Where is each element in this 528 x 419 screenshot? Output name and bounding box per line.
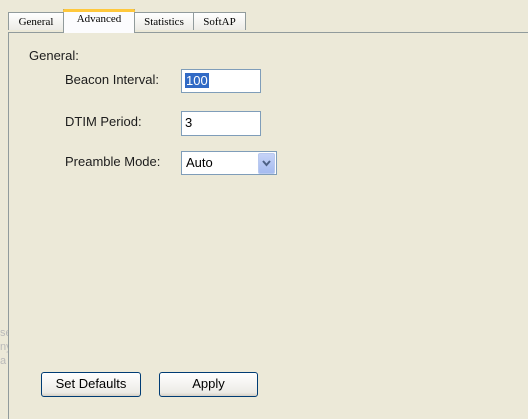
tab-statistics[interactable]: Statistics	[134, 12, 194, 30]
dropdown-button[interactable]	[258, 153, 275, 174]
advanced-panel: General: Beacon Interval: 100 DTIM Perio…	[8, 32, 528, 419]
ghost-text-line: se	[0, 327, 8, 339]
dtim-period-input[interactable]: 3	[181, 111, 261, 136]
beacon-interval-label: Beacon Interval:	[65, 72, 159, 87]
preamble-mode-select[interactable]: Auto	[181, 151, 277, 175]
beacon-interval-value: 100	[185, 73, 209, 88]
chevron-down-icon	[262, 160, 271, 167]
apply-button[interactable]: Apply	[159, 372, 258, 397]
beacon-interval-input[interactable]: 100	[181, 69, 261, 93]
ghost-text-line: ny	[0, 341, 8, 353]
preamble-mode-label: Preamble Mode:	[65, 154, 161, 169]
dtim-period-label: DTIM Period:	[65, 114, 142, 129]
general-group-label: General:	[29, 48, 79, 63]
ghost-text-line: a	[0, 355, 7, 367]
background-window-text: se ny a	[0, 326, 8, 376]
tab-advanced[interactable]: Advanced	[63, 9, 135, 33]
tab-softap[interactable]: SoftAP	[193, 12, 246, 30]
preamble-mode-value: Auto	[186, 155, 213, 170]
tab-general[interactable]: General	[8, 12, 64, 30]
tab-strip: General Advanced Statistics SoftAP	[0, 0, 528, 33]
set-defaults-button[interactable]: Set Defaults	[41, 372, 141, 397]
dtim-period-value: 3	[185, 115, 193, 130]
